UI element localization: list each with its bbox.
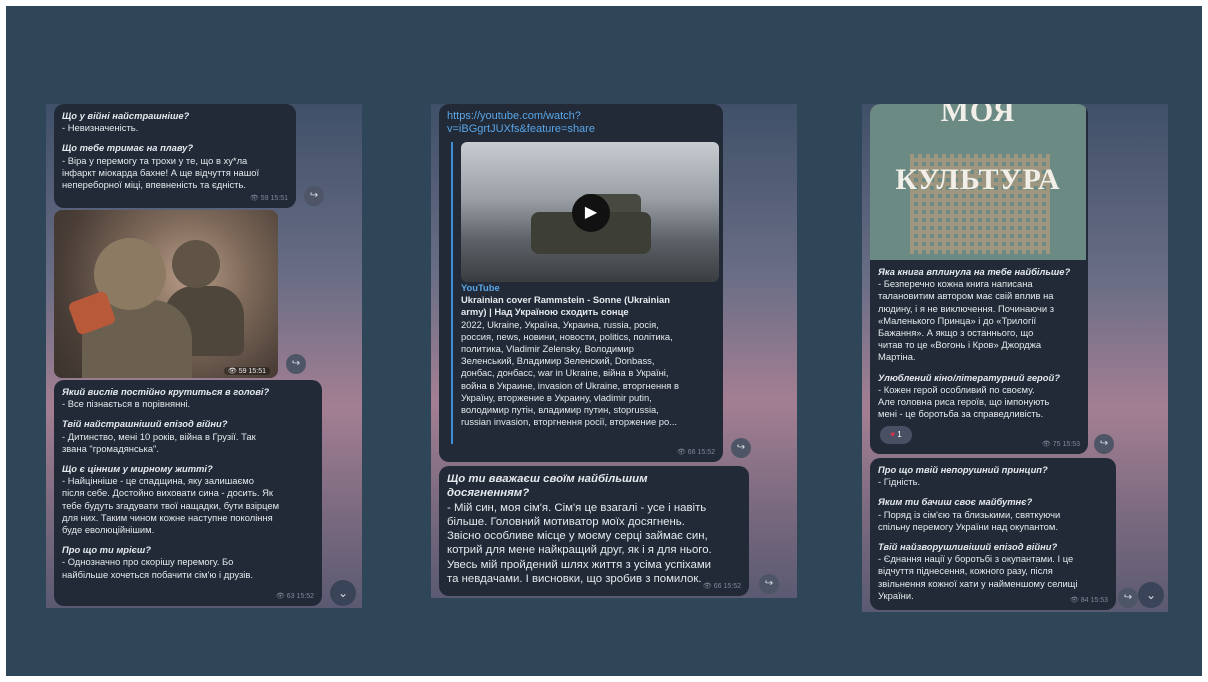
- answer-text: - Гідність.: [878, 476, 921, 488]
- message-meta: 👁 63 15:52: [276, 591, 314, 603]
- link-preview[interactable]: ▶ YouTube Ukrainian cover Rammstein - So…: [451, 142, 723, 444]
- soldier-figure: [172, 240, 220, 288]
- question-text: Що ти вважаєш своїм найбільшим досягненн…: [447, 473, 648, 500]
- forward-icon[interactable]: ↪: [1094, 434, 1114, 454]
- eye-icon: 👁: [702, 582, 712, 590]
- answer-text: - Віра у перемогу та трохи у те, що в ху…: [62, 154, 260, 191]
- forward-icon[interactable]: ↪: [304, 186, 324, 206]
- eye-icon: 👁: [275, 592, 285, 600]
- views-and-time: 66 15:52: [713, 582, 741, 590]
- play-icon[interactable]: ▶: [572, 194, 610, 232]
- views-and-time: 75 15:53: [1052, 440, 1080, 448]
- scroll-down-icon[interactable]: ⌄: [1138, 582, 1164, 608]
- views-and-time: 66 15:52: [687, 448, 715, 456]
- chat-panel-3[interactable]: МОЯ КУЛЬТУРА Яка книга вплинула на тебе …: [862, 104, 1168, 612]
- message-bubble-qa-2[interactable]: Який вислів постійно крутиться в голові?…: [54, 380, 322, 606]
- message-bubble-book[interactable]: МОЯ КУЛЬТУРА Яка книга вплинула на тебе …: [870, 104, 1088, 454]
- question-text: Що у війні найстрашніше?: [62, 110, 190, 121]
- heart-icon: ♥: [890, 430, 896, 439]
- message-bubble-qa-1[interactable]: Що у війні найстрашніше? - Невизначеніст…: [54, 104, 296, 208]
- answer-text: - Мій син, моя сім'я. Сім'я це взагалі -…: [447, 501, 712, 586]
- eye-icon: 👁: [249, 194, 259, 202]
- chat-panel-1[interactable]: Що у війні найстрашніше? - Невизначеніст…: [46, 104, 362, 608]
- heart-reaction[interactable]: ♥ 1: [880, 426, 912, 444]
- answer-text: - Однозначно про скорішу перемогу. Бо на…: [62, 556, 253, 580]
- question-text: Про що твій непорушний принцип?: [878, 464, 1048, 475]
- photo-meta: 👁 59 15:51: [223, 367, 270, 375]
- reaction-count: 1: [897, 430, 902, 439]
- views-and-time: 59 15:51: [260, 194, 288, 202]
- message-bubble-youtube-link[interactable]: https://youtube.com/watch? v=iBGgrtJUXfs…: [439, 104, 723, 462]
- preview-description: 2022, Ukraine, Україна, Украина, russia,…: [461, 318, 679, 428]
- answer-text: - Безперечно кожна книга написана талано…: [878, 278, 1055, 363]
- culture-poster-image[interactable]: МОЯ КУЛЬТУРА: [870, 104, 1086, 260]
- question-text: Яким ти бачиш своє майбутнє?: [878, 496, 1033, 508]
- question-text: Яка книга вплинула на тебе найбільше?: [878, 266, 1071, 277]
- scroll-down-icon[interactable]: ⌄: [330, 580, 356, 606]
- question-text: Що є цінним у мирному житті?: [62, 463, 213, 475]
- message-meta: 👁 59 15:51: [250, 193, 288, 205]
- slide-background: Що у війні найстрашніше? - Невизначеніст…: [6, 6, 1202, 676]
- eye-icon: 👁: [1041, 440, 1051, 448]
- message-meta: 👁 66 15:52: [677, 447, 715, 459]
- views-and-time: 59 15:51: [238, 368, 266, 375]
- message-meta: 👁 75 15:53: [1042, 439, 1080, 451]
- question-text: Твій найзворушливіший епізод війни?: [878, 541, 1058, 553]
- views-and-time: 84 15:53: [1080, 596, 1108, 604]
- question-text: Про що ти мрієш?: [62, 544, 151, 556]
- views-and-time: 63 15:52: [286, 592, 314, 600]
- message-meta: 👁 84 15:53: [1070, 595, 1108, 607]
- poster-title-line1: МОЯ: [940, 104, 1016, 128]
- forward-icon[interactable]: ↪: [1118, 588, 1138, 608]
- answer-text: - Невизначеність.: [62, 122, 139, 134]
- preview-site-name: YouTube: [461, 282, 500, 293]
- question-text: Улюблений кіно/літературний герой?: [878, 371, 1060, 383]
- poster-title-line2: КУЛЬТУРА: [895, 163, 1061, 196]
- message-bubble-principles[interactable]: Про що твій непорушний принцип? - Гідніс…: [870, 458, 1116, 610]
- eye-icon: 👁: [1069, 596, 1079, 604]
- question-text: Що тебе тримає на плаву?: [62, 142, 194, 154]
- eye-icon: 👁: [676, 448, 686, 456]
- answer-text: - Найцінніше - це спадщина, яку залишаєм…: [62, 475, 280, 536]
- video-thumbnail[interactable]: ▶: [461, 142, 719, 282]
- preview-title: Ukrainian cover Rammstein - Sonne (Ukrai…: [461, 294, 670, 318]
- forward-icon[interactable]: ↪: [759, 574, 779, 594]
- soldiers-photo[interactable]: 👁 59 15:51: [54, 210, 278, 378]
- message-bubble-achievement[interactable]: Що ти вважаєш своїм найбільшим досягненн…: [439, 466, 749, 596]
- eye-icon: 👁: [227, 368, 237, 375]
- answer-text: - Поряд із сім'єю та близькими, святкуюч…: [878, 508, 1061, 532]
- answer-text: - Все пізнається в порівнянні.: [62, 398, 191, 410]
- forward-icon[interactable]: ↪: [731, 438, 751, 458]
- question-text: Твій найстрашніший епізод війни?: [62, 418, 228, 430]
- answer-text: - Дитинство, мені 10 років, війна в Груз…: [62, 430, 256, 454]
- chat-panel-2[interactable]: https://youtube.com/watch? v=iBGgrtJUXfs…: [431, 104, 797, 598]
- question-text: Який вислів постійно крутиться в голові?: [62, 386, 270, 397]
- forward-icon[interactable]: ↪: [286, 354, 306, 374]
- message-meta: 👁 66 15:52: [703, 581, 741, 593]
- answer-text: - Кожен герой особливий по своєму. Але г…: [878, 383, 1050, 420]
- youtube-url-link[interactable]: https://youtube.com/watch? v=iBGgrtJUXfs…: [447, 110, 715, 136]
